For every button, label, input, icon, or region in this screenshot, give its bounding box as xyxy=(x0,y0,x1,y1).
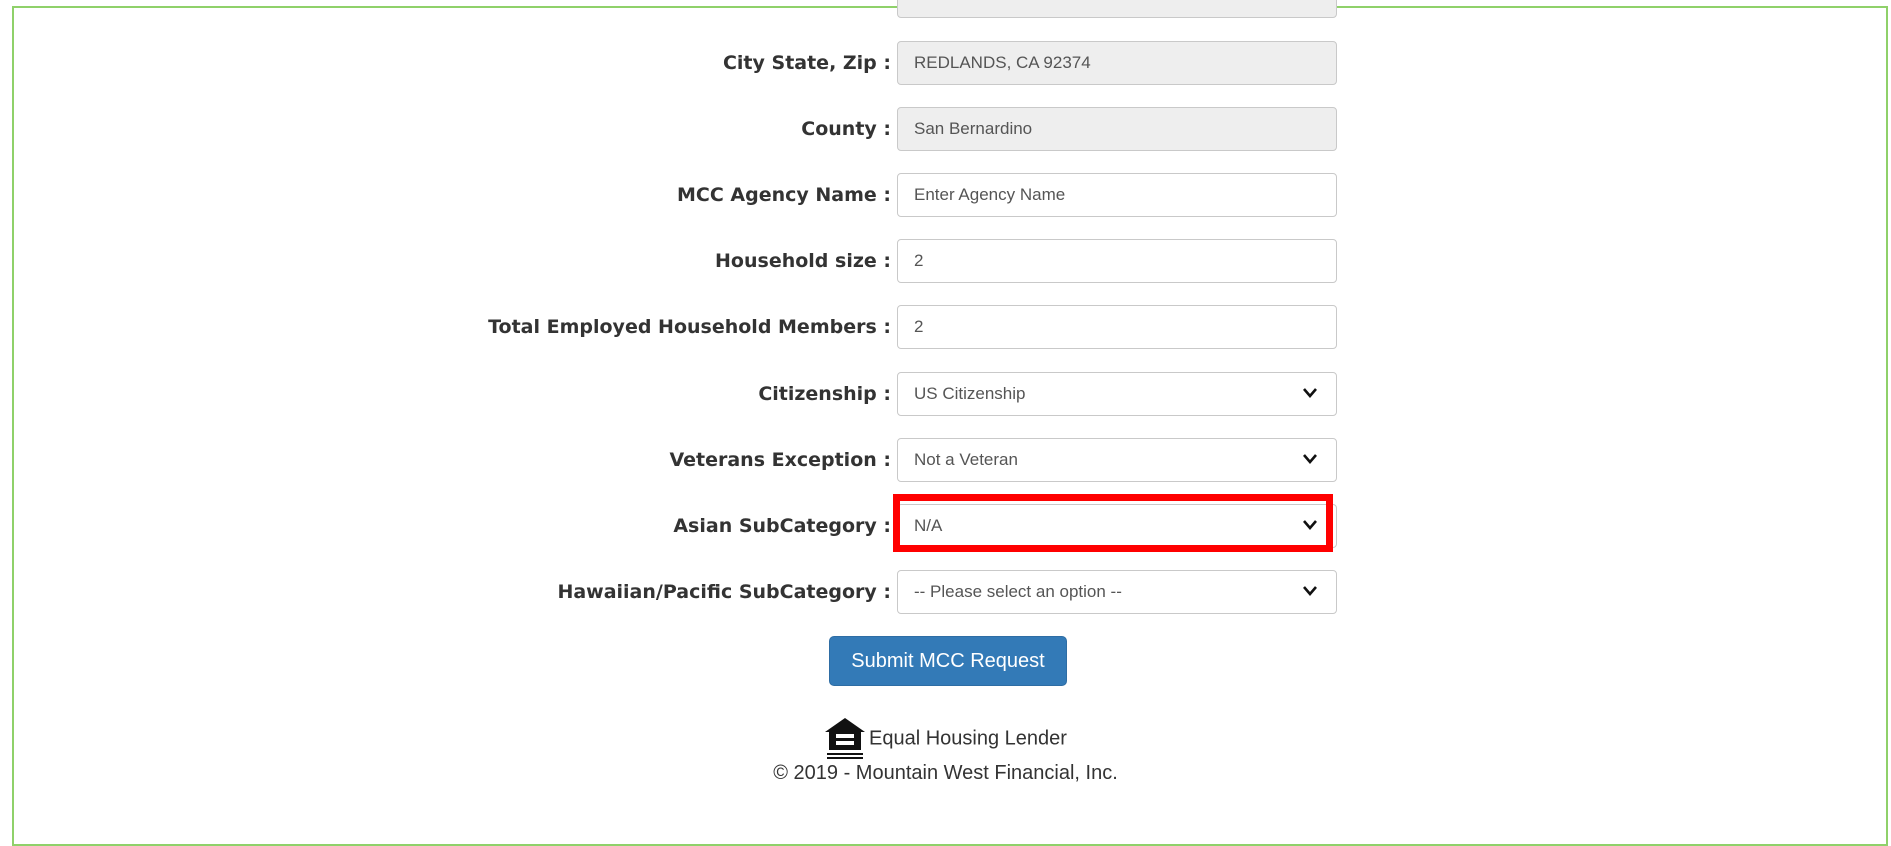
row-county: County : San Bernardino xyxy=(0,107,1891,151)
employed-members-input[interactable]: 2 xyxy=(897,305,1337,349)
copyright-text: © 2019 - Mountain West Financial, Inc. xyxy=(773,762,1118,784)
asian-subcategory-value: N/A xyxy=(914,516,943,535)
veterans-exception-select[interactable]: Not a Veteran xyxy=(897,438,1337,482)
asian-subcategory-label: Asian SubCategory : xyxy=(673,515,891,537)
employed-members-label: Total Employed Household Members : xyxy=(488,316,891,338)
hawaiian-subcategory-value: -- Please select an option -- xyxy=(914,582,1122,601)
citizenship-value: US Citizenship xyxy=(914,384,1026,403)
equal-housing-text: Equal Housing Lender xyxy=(869,727,1067,750)
row-asian-subcategory: Asian SubCategory : N/A xyxy=(0,504,1891,548)
county-field[interactable]: San Bernardino xyxy=(897,107,1337,151)
row-household-size: Household size : 2 xyxy=(0,239,1891,283)
row-mcc-agency: MCC Agency Name : Enter Agency Name xyxy=(0,173,1891,217)
household-size-label: Household size : xyxy=(715,250,891,272)
city-state-zip-label: City State, Zip : xyxy=(722,52,891,74)
mcc-agency-name-input[interactable]: Enter Agency Name xyxy=(897,173,1337,217)
citizenship-label: Citizenship : xyxy=(758,383,891,405)
citizenship-select[interactable]: US Citizenship xyxy=(897,372,1337,416)
hawaiian-subcategory-label: Hawaiian/Pacific SubCategory : xyxy=(557,581,891,603)
city-state-zip-field[interactable]: REDLANDS, CA 92374 xyxy=(897,41,1337,85)
row-hawaiian-subcategory: Hawaiian/Pacific SubCategory : -- Please… xyxy=(0,570,1891,614)
chevron-down-icon xyxy=(1303,520,1317,530)
equal-housing-icon xyxy=(825,718,865,759)
submit-mcc-request-button[interactable]: Submit MCC Request xyxy=(829,636,1067,686)
chevron-down-icon xyxy=(1303,586,1317,596)
equal-housing-lender: Equal Housing Lender xyxy=(823,716,1067,766)
mcc-agency-name-label: MCC Agency Name : xyxy=(676,184,891,206)
veterans-exception-value: Not a Veteran xyxy=(914,450,1018,469)
veterans-exception-label: Veterans Exception : xyxy=(669,449,891,471)
row-employed-members: Total Employed Household Members : 2 xyxy=(0,305,1891,349)
row-citizenship: Citizenship : US Citizenship xyxy=(0,372,1891,416)
address-field-partial[interactable] xyxy=(897,0,1337,18)
asian-subcategory-select[interactable]: N/A xyxy=(897,504,1337,548)
row-veterans: Veterans Exception : Not a Veteran xyxy=(0,438,1891,482)
county-label: County : xyxy=(801,118,891,140)
household-size-input[interactable]: 2 xyxy=(897,239,1337,283)
hawaiian-subcategory-select[interactable]: -- Please select an option -- xyxy=(897,570,1337,614)
chevron-down-icon xyxy=(1303,388,1317,398)
row-city-state-zip: City State, Zip : REDLANDS, CA 92374 xyxy=(0,41,1891,85)
chevron-down-icon xyxy=(1303,454,1317,464)
